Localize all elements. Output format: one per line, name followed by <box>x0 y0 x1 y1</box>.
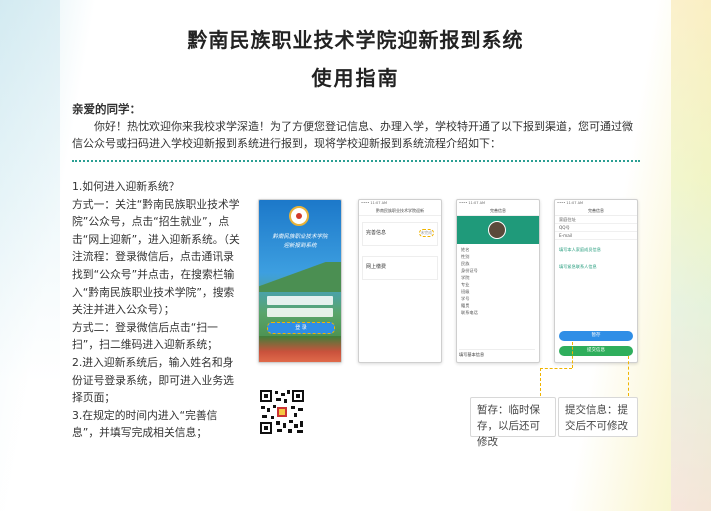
dotted-divider <box>72 160 640 162</box>
status-bar: •••• 11:07 AM <box>557 201 583 205</box>
avatar <box>488 221 506 239</box>
status-bar: •••• 11:07 AM <box>459 201 485 205</box>
info-row: 姓名 <box>461 247 470 252</box>
connector-save <box>572 342 573 368</box>
info-row: 籍贯 <box>461 303 470 308</box>
form-section[interactable]: 填写本人家庭成员信息 <box>555 246 637 253</box>
submit-nav-title: 完善信息 <box>555 207 637 216</box>
info-row: 学号 <box>461 296 470 301</box>
info-row-list: 姓名 性别 民族 身份证号 学院 专业 班级 学号 籍贯 联系电话 <box>457 244 539 316</box>
save-callout: 暂存：临时保存，以后还可修改 <box>470 397 556 448</box>
step-1-method-2: 方式二：登录微信后点击“扫一扫”，扫二维码进入迎新系统； <box>72 320 218 352</box>
qr-code-icon <box>258 388 306 436</box>
info-row: 班级 <box>461 289 470 294</box>
connector-submit <box>628 356 629 396</box>
info-row: 专业 <box>461 282 470 287</box>
intro-paragraph: 你好！热忱欢迎你来我校求学深造！为了方便您登记信息、办理入学，学校特开通了以下报… <box>72 120 633 150</box>
campus-track-shape <box>259 336 341 362</box>
form-row[interactable]: E-mail <box>555 232 637 240</box>
info-row: 身份证号 <box>461 268 478 273</box>
info-row: 民族 <box>461 261 470 266</box>
submit-callout: 提交信息：提交后不可修改 <box>558 397 638 437</box>
page-title: 黔南民族职业技术学院迎新报到系统 <box>187 28 524 52</box>
step-1-heading: 1.如何进入迎新系统？ <box>72 180 180 193</box>
info-row: 联系电话 <box>461 310 478 315</box>
phone-menu-screen: •••• 11:07 AM 黔南民族职业技术学院迎新 完善信息 未完成 网上缴费 <box>358 199 442 363</box>
menu-item-label: 完善信息 <box>366 230 387 236</box>
info-nav-title: 完善信息 <box>457 207 539 216</box>
id-number-input[interactable] <box>267 308 333 317</box>
save-button[interactable]: 暂存 <box>559 331 633 341</box>
name-input[interactable] <box>267 296 333 305</box>
step-3: 3.在规定的时间内进入“完善信息”，并填写完成相关信息； <box>72 408 218 440</box>
form-row[interactable]: QQ号 <box>555 224 637 232</box>
profile-header <box>457 216 539 244</box>
page-subtitle: 使用指南 <box>311 66 400 90</box>
steps-text: 1.如何进入迎新系统？ 方式一：关注“黔南民族职业技术学院”公众号，点击“招生就… <box>72 178 244 442</box>
phone-info-screen: •••• 11:07 AM 完善信息 姓名 性别 民族 身份证号 学院 专业 班… <box>456 199 540 363</box>
submit-button[interactable]: 提交信息 <box>559 346 633 356</box>
login-school-name: 黔南民族职业技术学院 <box>272 234 328 240</box>
info-footer[interactable]: 填写基本信息 <box>459 349 535 359</box>
form-row[interactable]: 家庭住址 <box>555 216 637 224</box>
school-emblem-icon <box>289 206 309 226</box>
menu-item-online-payment[interactable]: 网上缴费 <box>362 256 438 280</box>
greeting: 亲爱的同学： <box>72 102 141 116</box>
login-system-name: 迎新报到系统 <box>283 243 317 249</box>
login-button[interactable]: 登 录 <box>267 322 335 334</box>
phone-login-screen: 黔南民族职业技术学院 迎新报到系统 登 录 <box>258 199 342 363</box>
mountain-shape <box>259 262 341 292</box>
menu-nav-title: 黔南民族职业技术学院迎新 <box>359 207 441 216</box>
step-1-method-1: 方式一：关注“黔南民族职业技术学院”公众号，点击“招生就业”，点击“网上迎新”，… <box>72 197 240 317</box>
info-row: 学院 <box>461 275 470 280</box>
status-bar: •••• 11:07 AM <box>361 201 387 205</box>
form-section[interactable]: 填写紧急联系人信息 <box>555 263 637 270</box>
status-badge: 未完成 <box>418 229 434 237</box>
connector-save-h <box>540 368 572 369</box>
menu-item-label: 网上缴费 <box>366 264 387 270</box>
phone-submit-screen: •••• 11:07 AM 完善信息 家庭住址 QQ号 E-mail 填写本人家… <box>554 199 638 363</box>
connector-save-drop <box>540 368 541 396</box>
info-row: 性别 <box>461 254 470 259</box>
menu-item-complete-info[interactable]: 完善信息 未完成 <box>362 222 438 246</box>
step-2: 2.进入迎新系统后，输入姓名和身份证号登录系统，即可进入业务选择页面； <box>72 355 234 405</box>
